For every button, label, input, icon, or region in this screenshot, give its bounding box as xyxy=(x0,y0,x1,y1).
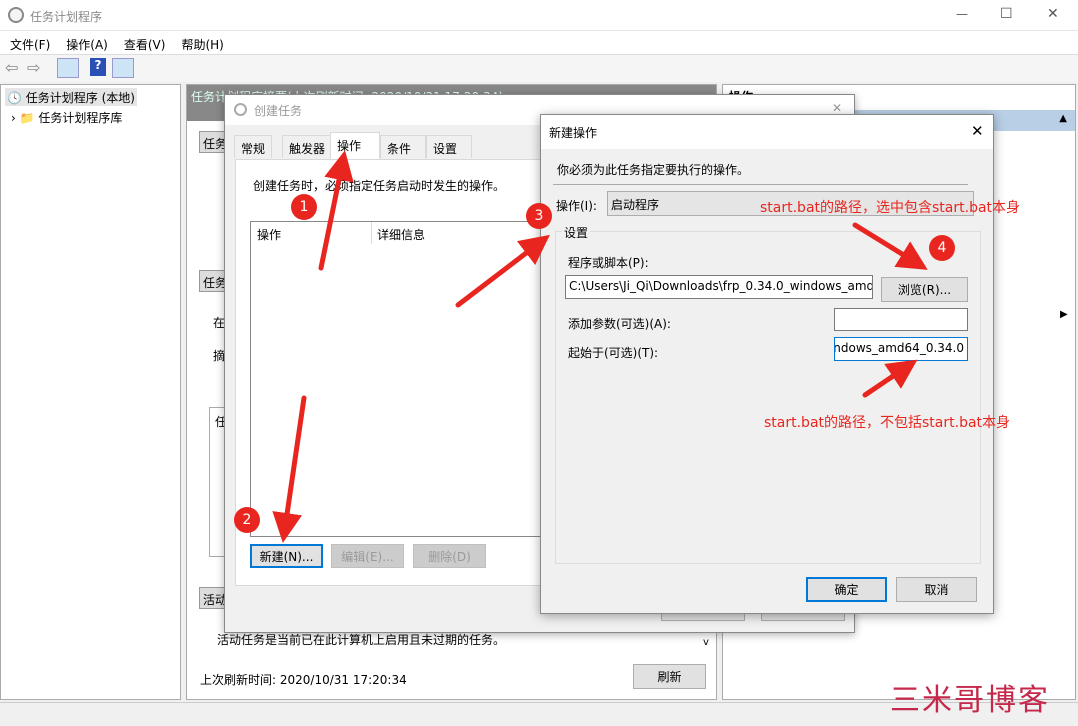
step-badge-3: 3 xyxy=(526,203,552,229)
arrow-3 xyxy=(455,234,550,308)
arrow-5 xyxy=(862,359,918,398)
annotation-note-2: start.bat的路径，不包括start.bat本身 xyxy=(764,415,1011,431)
arrow-1 xyxy=(318,150,354,271)
arrow-2 xyxy=(272,395,307,543)
annotation-arrows xyxy=(272,150,928,543)
arrow-4 xyxy=(852,222,928,270)
watermark: 三米哥博客 xyxy=(890,683,1050,718)
step-badge-1: 1 xyxy=(291,194,317,220)
step-badge-4: 4 xyxy=(929,235,955,261)
step-badge-2: 2 xyxy=(234,507,260,533)
annotation-note-1: start.bat的路径，选中包含start.bat本身 xyxy=(760,200,1021,216)
